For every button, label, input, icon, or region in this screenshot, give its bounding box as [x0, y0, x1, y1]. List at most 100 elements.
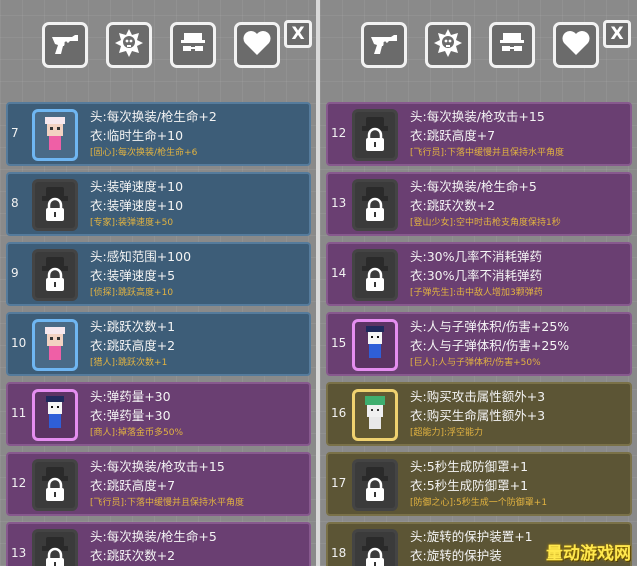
- skin-number: 13: [11, 546, 27, 560]
- heart-icon: [241, 27, 273, 63]
- skin-number: 14: [331, 266, 347, 280]
- locked-portrait: [352, 249, 398, 301]
- locked-portrait: [352, 179, 398, 231]
- set-bonus: [登山少女]:空中时击枪支角度保持1秒: [410, 218, 561, 228]
- head-stat: 头:每次换装/枪攻击+15: [90, 459, 225, 474]
- skin-row[interactable]: 7 头:每次换装/枪生命+2 衣:临时生命+10 [固心]:每次换装/枪生命+6: [6, 102, 311, 166]
- lock-icon: [356, 112, 394, 158]
- close-button[interactable]: X: [284, 20, 312, 48]
- body-stat: 衣:装弹速度+10: [90, 198, 184, 213]
- set-bonus: [猎人]:跳跃次数+1: [90, 358, 168, 368]
- skin-stats: 头:购买攻击属性额外+3 衣:购买生命属性额外+3 [超能力]:浮空能力: [410, 387, 626, 441]
- tab-skull-badge[interactable]: [106, 22, 152, 68]
- character-portrait: [352, 319, 398, 371]
- skin-row[interactable]: 14 头:30%几率不消耗弹药 衣:30%几率不消耗弹药 [子弹先生]:击中敌人增加3…: [326, 242, 632, 306]
- skin-number: 16: [331, 406, 347, 420]
- character-portrait: [352, 389, 398, 441]
- body-stat: 衣:人与子弹体积/伤害+25%: [410, 338, 570, 353]
- skin-number: 11: [11, 406, 27, 420]
- tab-skull-badge[interactable]: [425, 22, 471, 68]
- lock-icon: [36, 252, 74, 298]
- head-stat: 头:每次换装/枪生命+5: [90, 529, 217, 544]
- skin-number: 12: [331, 126, 347, 140]
- head-stat: 头:30%几率不消耗弹药: [410, 249, 542, 264]
- body-stat: 衣:30%几率不消耗弹药: [410, 268, 542, 283]
- skin-row[interactable]: 8 头:装弹速度+10 衣:装弹速度+10 [专家]:装弹速度+50: [6, 172, 311, 236]
- revolver-icon: [368, 27, 400, 63]
- set-bonus: [飞行员]:下落中缓慢并且保持水平角度: [410, 148, 565, 158]
- head-stat: 头:每次换装/枪生命+5: [410, 179, 537, 194]
- tab-revolver[interactable]: [361, 22, 407, 68]
- head-stat: 头:跳跃次数+1: [90, 319, 176, 334]
- set-bonus: [巨人]:人与子弹体积/伤害+50%: [410, 358, 541, 368]
- skin-stats: 头:每次换装/枪生命+5 衣:跳跃次数+2 [登山少女]:空中时击枪支角度保持1秒: [410, 177, 626, 231]
- skin-row[interactable]: 16 头:购买攻击属性额外+3 衣:购买生命属性额外+3 [超能力]:浮空能力: [326, 382, 632, 446]
- skin-row[interactable]: 12 头:每次换装/枪攻击+15 衣:跳跃高度+7 [飞行员]:下落中缓慢并且保持水平…: [326, 102, 632, 166]
- locked-portrait: [352, 529, 398, 566]
- skin-panel-left: X 7 头:每次换装/枪生命+2 衣:临时生命+10 [固心]:每次换装/枪生命+6 8…: [0, 0, 316, 566]
- skin-number: 17: [331, 476, 347, 490]
- heart-icon: [560, 27, 592, 63]
- character-portrait: [32, 109, 78, 161]
- skin-row[interactable]: 13 头:每次换装/枪生命+5 衣:跳跃次数+2 [登山少女]:空中时击枪支角度保持1…: [326, 172, 632, 236]
- skin-number: 13: [331, 196, 347, 210]
- body-stat: 衣:装弹速度+5: [90, 268, 176, 283]
- tab-heart[interactable]: [553, 22, 599, 68]
- skin-stats: 头:感知范围+100 衣:装弹速度+5 [侦探]:跳跃高度+10: [90, 247, 305, 301]
- skin-stats: 头:人与子弹体积/伤害+25% 衣:人与子弹体积/伤害+25% [巨人]:人与子弹体…: [410, 317, 626, 371]
- character-icon: [36, 112, 74, 158]
- tab-hat-glasses[interactable]: [170, 22, 216, 68]
- lock-icon: [356, 532, 394, 566]
- locked-portrait: [352, 459, 398, 511]
- locked-portrait: [32, 459, 78, 511]
- set-bonus: [飞行员]:下落中缓慢并且保持水平角度: [90, 498, 245, 508]
- character-icon: [36, 392, 74, 438]
- skin-number: 12: [11, 476, 27, 490]
- category-tabs: [0, 22, 316, 70]
- head-stat: 头:人与子弹体积/伤害+25%: [410, 319, 570, 334]
- lock-icon: [36, 532, 74, 566]
- locked-portrait: [32, 179, 78, 231]
- locked-portrait: [32, 529, 78, 566]
- skin-row[interactable]: 10 头:跳跃次数+1 衣:跳跃高度+2 [猎人]:跳跃次数+1: [6, 312, 311, 376]
- skin-stats: 头:装弹速度+10 衣:装弹速度+10 [专家]:装弹速度+50: [90, 177, 305, 231]
- skin-number: 15: [331, 336, 347, 350]
- character-portrait: [32, 389, 78, 441]
- hat-glasses-icon: [496, 27, 528, 63]
- set-bonus: [固心]:每次换装/枪生命+6: [90, 148, 198, 158]
- locked-portrait: [32, 249, 78, 301]
- skin-stats: 头:30%几率不消耗弹药 衣:30%几率不消耗弹药 [子弹先生]:击中敌人增加3颗弹…: [410, 247, 626, 301]
- skin-stats: 头:每次换装/枪生命+5 衣:跳跃次数+2: [90, 527, 305, 565]
- character-icon: [356, 392, 394, 438]
- skin-number: 7: [11, 126, 19, 140]
- skin-row[interactable]: 15 头:人与子弹体积/伤害+25% 衣:人与子弹体积/伤害+25% [巨人]:人与子…: [326, 312, 632, 376]
- category-tabs: [320, 22, 637, 70]
- character-portrait: [32, 319, 78, 371]
- skin-row[interactable]: 12 头:每次换装/枪攻击+15 衣:跳跃高度+7 [飞行员]:下落中缓慢并且保持水平…: [6, 452, 311, 516]
- body-stat: 衣:跳跃次数+2: [410, 198, 496, 213]
- tab-heart[interactable]: [234, 22, 280, 68]
- skin-stats: 头:跳跃次数+1 衣:跳跃高度+2 [猎人]:跳跃次数+1: [90, 317, 305, 371]
- tab-revolver[interactable]: [42, 22, 88, 68]
- body-stat: 衣:跳跃次数+2: [90, 548, 176, 563]
- revolver-icon: [49, 27, 81, 63]
- body-stat: 衣:跳跃高度+7: [410, 128, 496, 143]
- character-icon: [356, 322, 394, 368]
- set-bonus: [侦探]:跳跃高度+10: [90, 288, 174, 298]
- locked-portrait: [352, 109, 398, 161]
- character-icon: [36, 322, 74, 368]
- skin-row[interactable]: 9 头:感知范围+100 衣:装弹速度+5 [侦探]:跳跃高度+10: [6, 242, 311, 306]
- skin-number: 18: [331, 546, 347, 560]
- body-stat: 衣:5秒生成防御罩+1: [410, 478, 529, 493]
- close-button[interactable]: X: [603, 20, 631, 48]
- watermark-text: 量动游戏网: [546, 544, 631, 564]
- skin-row[interactable]: 13 头:每次换装/枪生命+5 衣:跳跃次数+2: [6, 522, 311, 566]
- set-bonus: [超能力]:浮空能力: [410, 428, 484, 438]
- head-stat: 头:装弹速度+10: [90, 179, 184, 194]
- skin-row[interactable]: 11 头:弹药量+30 衣:弹药量+30 [商人]:掉落金币多50%: [6, 382, 311, 446]
- body-stat: 衣:跳跃高度+7: [90, 478, 176, 493]
- tab-hat-glasses[interactable]: [489, 22, 535, 68]
- skin-row[interactable]: 17 头:5秒生成防御罩+1 衣:5秒生成防御罩+1 [防御之心]:5秒生成一个防御罩…: [326, 452, 632, 516]
- skin-panel-right: X 12 头:每次换装/枪攻击+15 衣:跳跃高度+7 [飞行员]:下落中缓慢并且保持…: [320, 0, 637, 566]
- skin-stats: 头:弹药量+30 衣:弹药量+30 [商人]:掉落金币多50%: [90, 387, 305, 441]
